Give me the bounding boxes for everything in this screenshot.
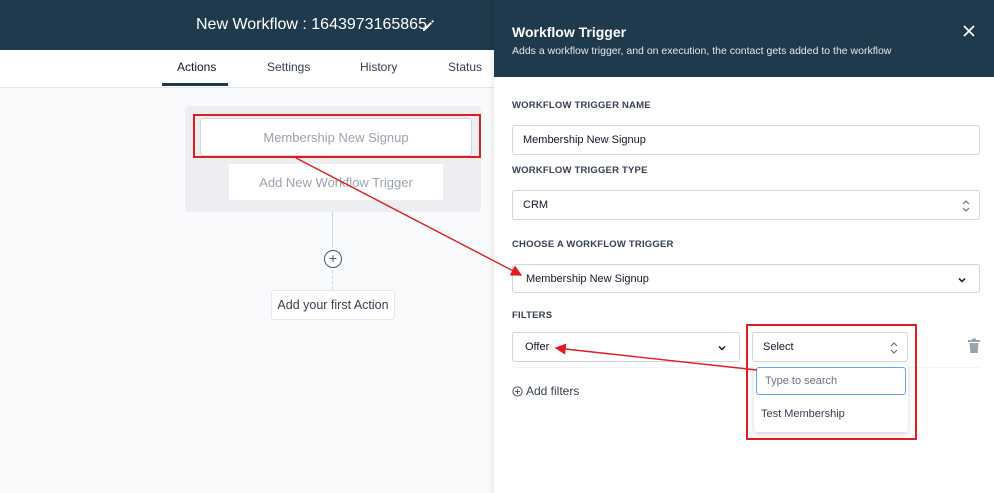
drawer-subtitle: Adds a workflow trigger, and on executio… (512, 45, 892, 57)
tab-history[interactable]: History (360, 60, 397, 74)
workflow-title: New Workflow : 1643973165865 (196, 16, 427, 33)
trigger-type-label: WORKFLOW TRIGGER TYPE (512, 165, 648, 176)
connector-line (332, 212, 333, 248)
plus-circle-icon (512, 385, 523, 397)
tab-settings[interactable]: Settings (267, 60, 310, 74)
filter-field-select[interactable]: Offer (512, 332, 740, 362)
highlight-box-trigger (193, 114, 481, 158)
chevron-down-icon (718, 345, 726, 351)
active-tab-indicator (162, 83, 228, 86)
add-filters-label: Add filters (526, 384, 580, 398)
tab-actions[interactable]: Actions (177, 60, 216, 74)
close-icon[interactable] (962, 24, 976, 38)
filters-label: FILTERS (512, 310, 553, 321)
chevron-down-icon (958, 277, 966, 283)
highlight-box-filter (746, 324, 917, 440)
trigger-name-field[interactable]: Membership New Signup (512, 125, 980, 155)
choose-trigger-value: Membership New Signup (526, 272, 649, 285)
trigger-name-label: WORKFLOW TRIGGER NAME (512, 100, 651, 111)
drawer-title: Workflow Trigger (512, 24, 627, 40)
trigger-name-value: Membership New Signup (523, 134, 646, 146)
trigger-type-select[interactable]: CRM (512, 190, 980, 220)
select-arrows-icon (962, 200, 970, 212)
add-first-action-button[interactable]: Add your first Action (271, 290, 395, 320)
workflow-tabs (0, 50, 494, 88)
add-filters-button[interactable]: Add filters (512, 384, 579, 398)
trash-icon[interactable] (967, 338, 981, 354)
choose-trigger-select[interactable]: Membership New Signup (512, 264, 980, 293)
choose-trigger-label: CHOOSE A WORKFLOW TRIGGER (512, 239, 674, 250)
connector-line-dashed (332, 270, 333, 290)
add-action-plus-icon[interactable]: + (324, 250, 342, 268)
trigger-type-value: CRM (523, 199, 549, 211)
workflow-trigger-drawer: Workflow Trigger Adds a workflow trigger… (494, 0, 994, 493)
pencil-icon[interactable] (420, 17, 436, 33)
add-trigger-button[interactable]: Add New Workflow Trigger (229, 164, 443, 200)
tab-status[interactable]: Status (448, 60, 482, 74)
filter-field-value: Offer (525, 341, 550, 353)
drawer-header: Workflow Trigger Adds a workflow trigger… (494, 0, 994, 77)
